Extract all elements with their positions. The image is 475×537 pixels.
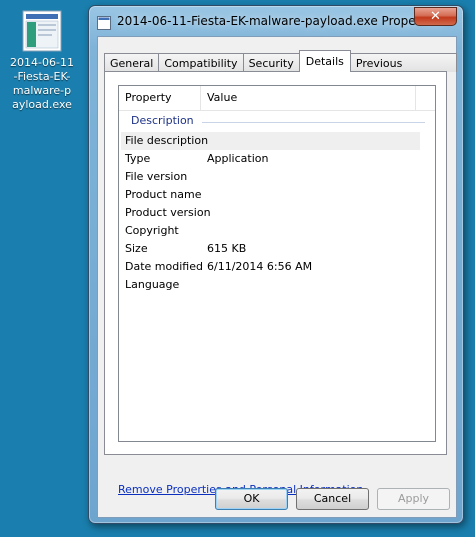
column-header-property[interactable]: Property (119, 86, 201, 110)
dialog-client-area: General Compatibility Security Details P… (97, 36, 457, 518)
tab-security[interactable]: Security (242, 53, 300, 72)
group-label: Description (131, 114, 194, 127)
column-header-value[interactable]: Value (201, 86, 416, 110)
list-row-language[interactable]: Language (121, 276, 420, 294)
property-value (203, 222, 420, 240)
properties-window: 2014-06-11-Fiesta-EK-malware-payload.exe… (88, 5, 464, 524)
group-divider (202, 122, 425, 123)
desktop-file-icon[interactable]: 2014-06-11-Fiesta-EK-malware-payload.exe (4, 10, 80, 112)
exe-file-icon (22, 10, 62, 52)
list-row-file-version[interactable]: File version (121, 168, 420, 186)
property-value: 615 KB (207, 242, 247, 255)
column-header-spacer (416, 86, 435, 110)
tab-compatibility[interactable]: Compatibility (158, 53, 244, 72)
property-name: Product version (125, 206, 211, 219)
property-value (203, 276, 420, 294)
property-name: Type (125, 152, 151, 165)
close-icon: ✕ (430, 9, 441, 24)
tab-strip: General Compatibility Security Details P… (104, 48, 457, 89)
list-row-file-description[interactable]: File description (121, 132, 420, 150)
details-panel: Property Value Description File descript… (104, 71, 447, 455)
tab-details[interactable]: Details (298, 50, 351, 72)
property-value (203, 132, 420, 150)
list-row-size[interactable]: Size 615 KB (121, 240, 420, 258)
window-title: 2014-06-11-Fiesta-EK-malware-payload.exe… (117, 14, 443, 28)
property-name: Product name (125, 188, 202, 201)
property-name: File version (125, 170, 188, 183)
tab-previous-versions[interactable]: Previous Versions (349, 53, 457, 89)
list-row-copyright[interactable]: Copyright (121, 222, 420, 240)
property-value (203, 168, 420, 186)
list-row-type[interactable]: Type Application (121, 150, 420, 168)
close-button[interactable]: ✕ (414, 7, 457, 26)
tab-general[interactable]: General (104, 53, 160, 72)
title-bar[interactable]: 2014-06-11-Fiesta-EK-malware-payload.exe… (89, 6, 463, 36)
list-header: Property Value (119, 86, 435, 111)
property-name: Date modified (125, 260, 203, 273)
window-app-icon (97, 15, 111, 30)
desktop-file-label: 2014-06-11-Fiesta-EK-malware-payload.exe (10, 56, 74, 111)
list-row-product-name[interactable]: Product name (121, 186, 420, 204)
property-value (203, 186, 420, 204)
property-name: Copyright (125, 224, 179, 237)
property-value (203, 204, 420, 222)
property-value: 6/11/2014 6:56 AM (207, 260, 313, 273)
property-value: Application (207, 152, 269, 165)
apply-button[interactable]: Apply (377, 488, 450, 510)
cancel-button[interactable]: Cancel (296, 488, 369, 510)
list-row-product-version[interactable]: Product version (121, 204, 420, 222)
ok-button[interactable]: OK (215, 488, 288, 510)
property-name: Size (125, 242, 148, 255)
group-header-description: Description (119, 111, 435, 132)
property-name: Language (125, 278, 180, 291)
list-row-date-modified[interactable]: Date modified 6/11/2014 6:56 AM (121, 258, 420, 276)
details-list[interactable]: Property Value Description File descript… (118, 85, 436, 442)
property-name: File description (125, 134, 209, 147)
